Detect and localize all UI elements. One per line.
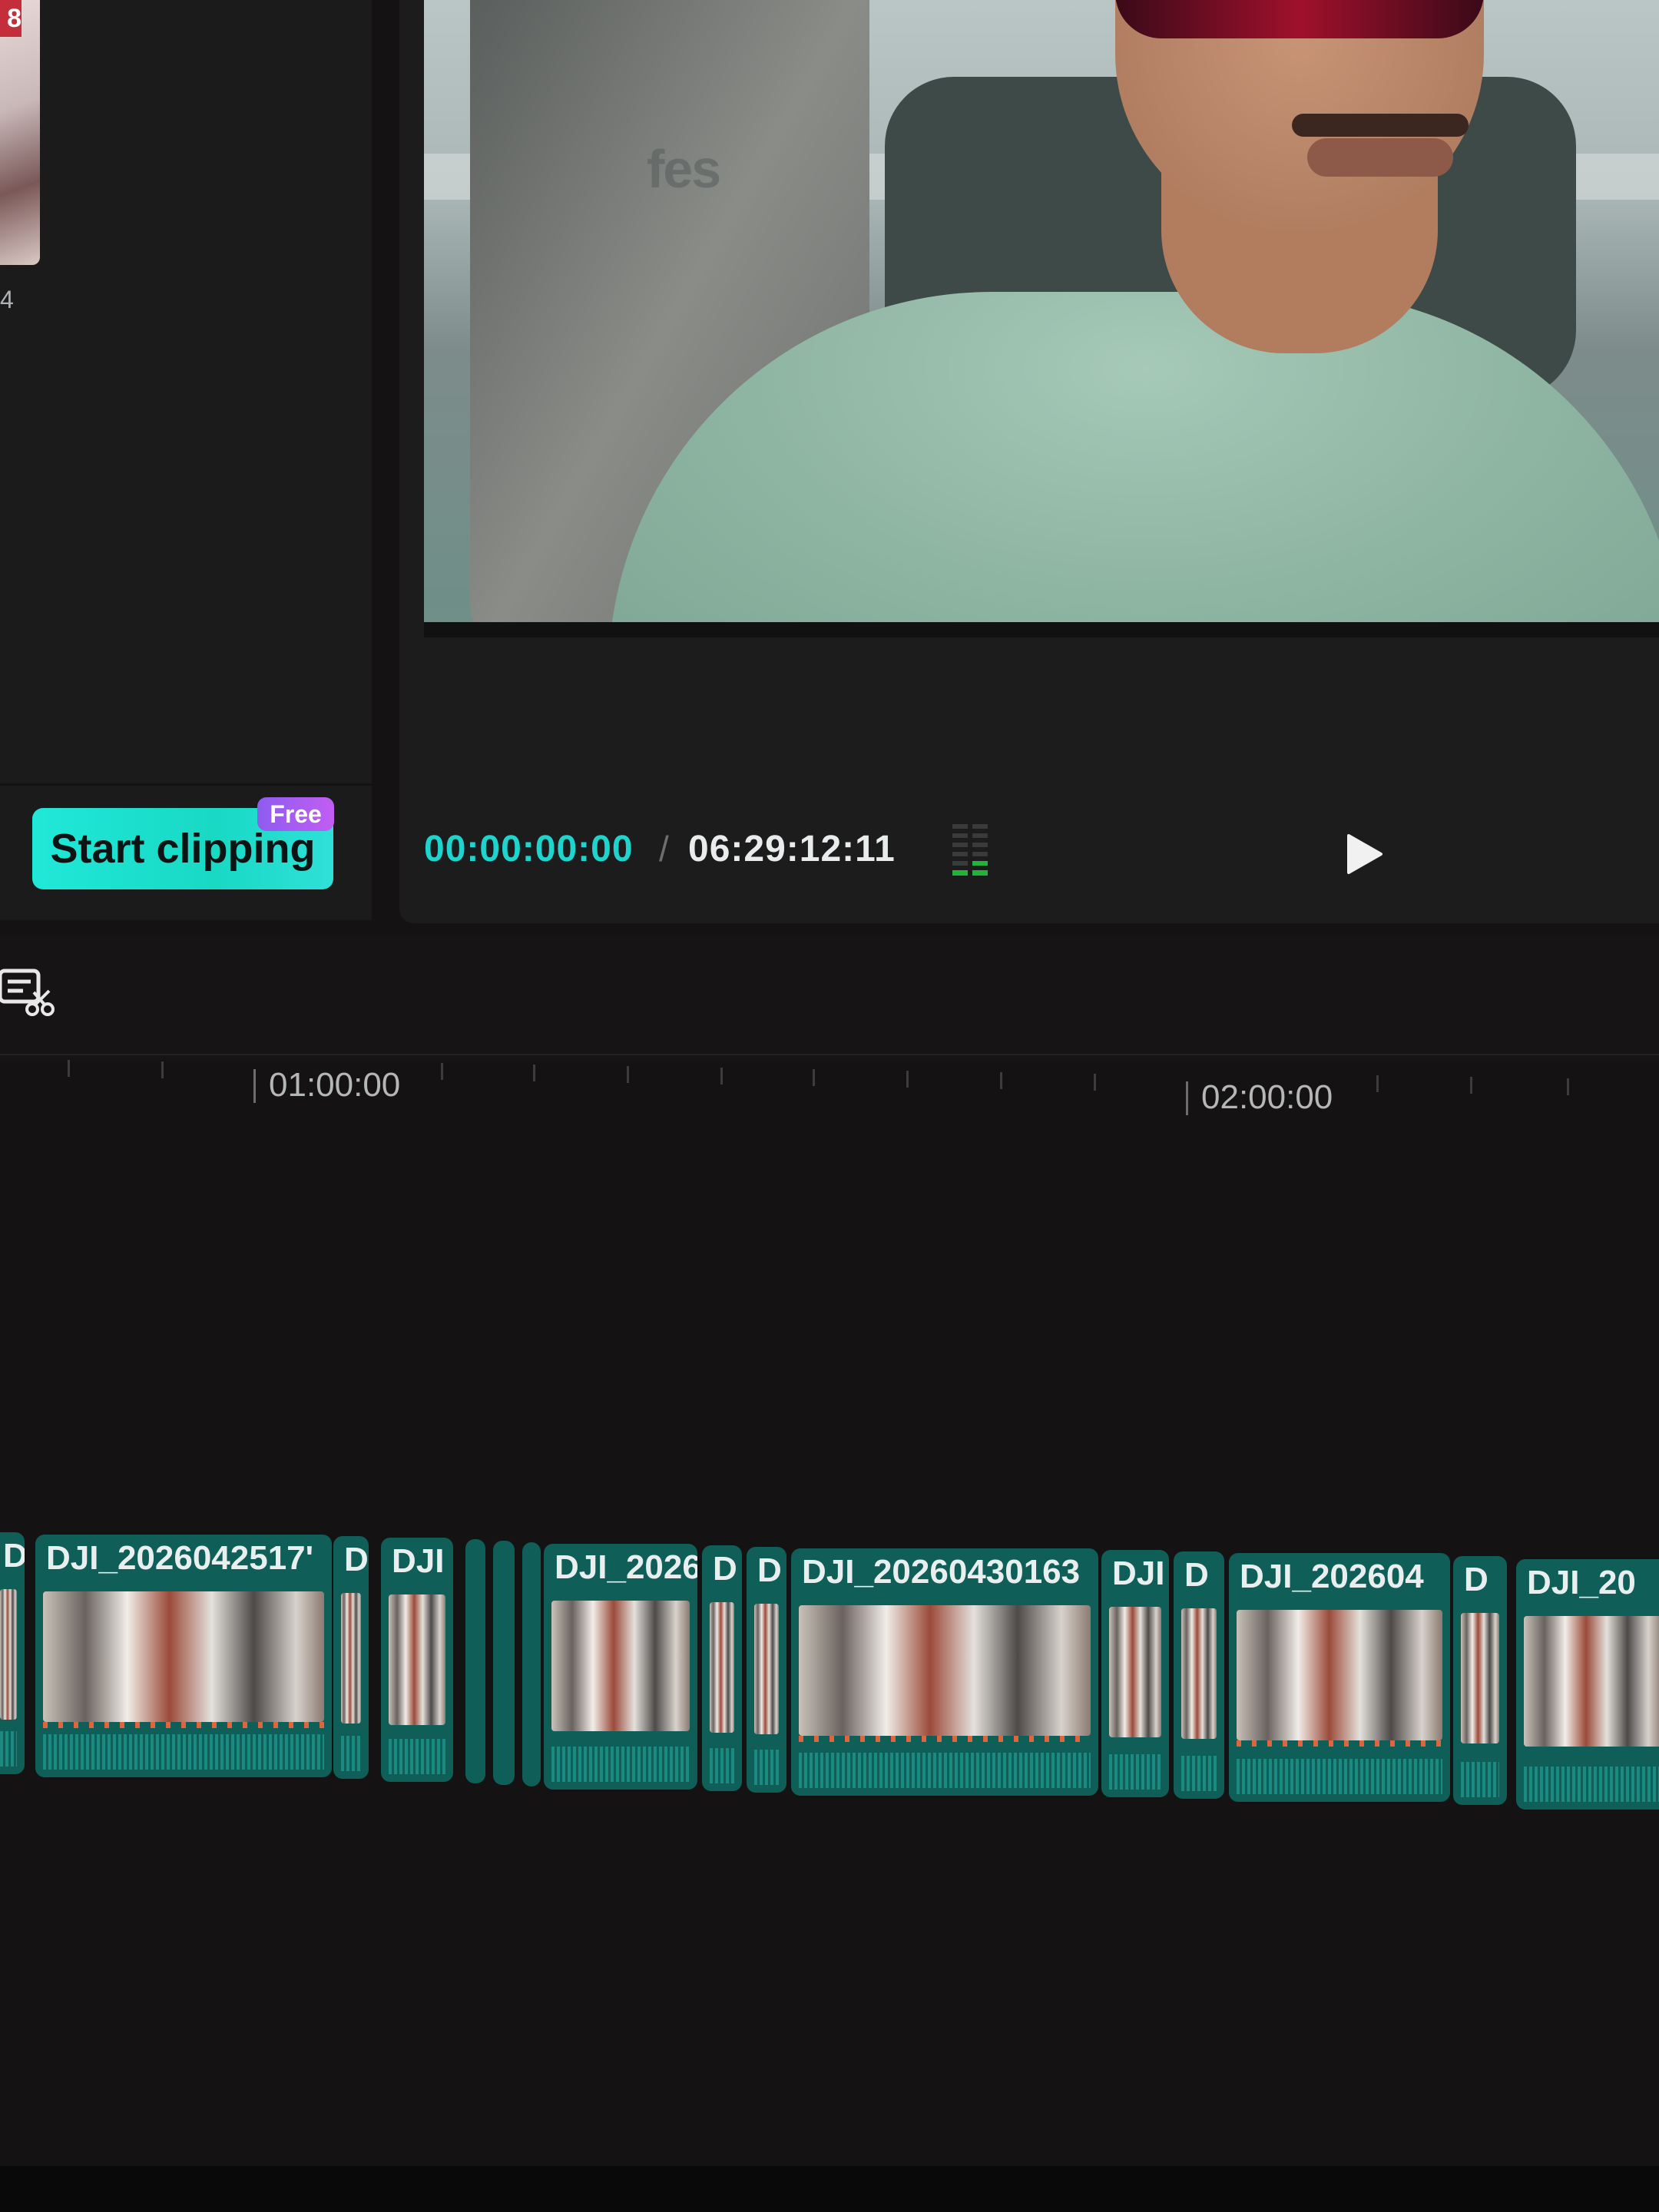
clip-label: D <box>344 1541 369 1578</box>
timeline-clip[interactable]: DJI_20 <box>1516 1559 1659 1810</box>
timecode-separator: / <box>659 829 669 869</box>
clip-waveform <box>43 1734 324 1770</box>
timeline-clip[interactable]: DJI_2026042517' <box>35 1535 332 1777</box>
timeline-clip[interactable]: DJI <box>381 1538 453 1782</box>
clip-markers <box>1237 1740 1442 1747</box>
timeline-clip[interactable]: DJI <box>1101 1550 1169 1797</box>
clip-waveform <box>0 1731 17 1767</box>
ruler-tick <box>1376 1075 1379 1092</box>
clip-waveform <box>389 1739 445 1774</box>
clip-waveform <box>341 1736 361 1771</box>
clip-label: DJI_20 <box>1527 1564 1636 1601</box>
clip-frames <box>799 1605 1091 1736</box>
ruler-label-2h: 02:00:00 <box>1201 1078 1333 1116</box>
media-panel <box>0 0 372 920</box>
timeline-clip[interactable]: D <box>1174 1551 1224 1799</box>
clip-frames <box>1237 1610 1442 1740</box>
audio-meter-icon <box>952 824 988 876</box>
ruler-tick <box>720 1068 723 1084</box>
auto-cut-icon[interactable] <box>0 965 55 1018</box>
clip-waveform <box>1237 1759 1442 1794</box>
ruler-tick <box>1000 1072 1002 1089</box>
thumbnail-badge: 8 <box>0 0 22 37</box>
timeline-clip[interactable]: D <box>1453 1556 1507 1805</box>
video-sunglasses <box>1115 0 1484 38</box>
clip-frames <box>43 1591 324 1722</box>
ruler-tick <box>906 1071 909 1088</box>
timeline-toolbar <box>0 937 1659 1060</box>
clip-label: DJI <box>1112 1555 1165 1592</box>
panel-divider <box>0 783 372 786</box>
total-timecode: 06:29:12:11 <box>688 829 896 869</box>
clip-label: DJI_20260430163 <box>802 1553 1081 1591</box>
ruler-tick <box>533 1065 535 1081</box>
clip-label: DJI_2026042517' <box>46 1539 314 1577</box>
timeline-clip[interactable]: D <box>0 1532 25 1774</box>
ruler-tick <box>813 1069 815 1086</box>
ruler-tick <box>441 1063 443 1080</box>
clip-label: D <box>1464 1561 1488 1598</box>
timeline-clip[interactable] <box>522 1542 541 1786</box>
ruler-tick <box>1094 1074 1096 1091</box>
clip-waveform <box>551 1747 690 1782</box>
timeline-clip[interactable] <box>493 1541 515 1785</box>
clip-frames <box>1524 1616 1659 1747</box>
clip-label: D <box>1184 1556 1209 1594</box>
ruler-tick <box>68 1060 70 1077</box>
media-thumbnail[interactable] <box>0 0 40 265</box>
video-mustache <box>1292 114 1469 137</box>
screen-bezel <box>0 2166 1659 2212</box>
clip-markers <box>43 1722 324 1728</box>
clip-label: DJI <box>392 1542 445 1580</box>
clip-label: D <box>757 1551 782 1589</box>
clip-markers <box>799 1736 1091 1742</box>
ruler-tick <box>627 1066 629 1083</box>
clip-frames <box>0 1589 17 1720</box>
clip-label: DJI_202604 <box>1240 1558 1424 1595</box>
timeline-clip[interactable]: D <box>747 1547 786 1793</box>
clip-frames <box>1181 1608 1217 1739</box>
play-icon[interactable] <box>1346 833 1386 876</box>
free-badge: Free <box>257 797 334 831</box>
clip-waveform <box>710 1748 734 1783</box>
clip-frames <box>389 1594 445 1725</box>
timeline-clip[interactable]: DJI_20260430163 <box>791 1548 1098 1796</box>
ruler-tick <box>161 1061 164 1078</box>
clip-waveform <box>1461 1762 1499 1797</box>
clip-label: DJI_2026 <box>555 1548 697 1586</box>
clip-label: D <box>713 1550 737 1588</box>
video-sign-text: fes <box>647 139 721 199</box>
clip-label: D <box>3 1537 25 1575</box>
clip-frames <box>341 1593 361 1724</box>
ruler-tick-major <box>1186 1081 1188 1115</box>
clip-waveform <box>1524 1767 1659 1802</box>
ruler-tick <box>1470 1077 1472 1094</box>
current-timecode: 00:00:00:00 <box>424 829 634 869</box>
clip-waveform <box>1181 1756 1217 1791</box>
clip-frames <box>710 1602 734 1733</box>
video-preview[interactable]: fes <box>424 0 1659 637</box>
clip-frames <box>1109 1607 1161 1737</box>
thumbnail-duration: 4 <box>0 286 14 313</box>
ruler-label-1h: 01:00:00 <box>269 1066 401 1104</box>
video-bottom-edge <box>424 622 1659 637</box>
video-mouth <box>1307 138 1453 177</box>
timeline-ruler[interactable]: 01:00:00 02:00:00 <box>0 1054 1659 1117</box>
timeline-clip[interactable]: DJI_202604 <box>1229 1553 1450 1802</box>
clip-frames <box>551 1601 690 1731</box>
timeline-clip[interactable]: D <box>702 1545 742 1791</box>
timeline-clip[interactable]: DJI_2026 <box>544 1544 697 1790</box>
clip-frames <box>754 1604 779 1734</box>
clip-frames <box>1461 1613 1499 1743</box>
clip-waveform <box>1109 1754 1161 1790</box>
timeline-clip[interactable]: D <box>333 1536 369 1779</box>
clip-waveform <box>799 1753 1091 1788</box>
ruler-tick <box>1567 1078 1569 1095</box>
ruler-tick-major <box>253 1069 256 1103</box>
clip-waveform <box>754 1750 779 1785</box>
timeline-clip[interactable] <box>465 1539 485 1783</box>
